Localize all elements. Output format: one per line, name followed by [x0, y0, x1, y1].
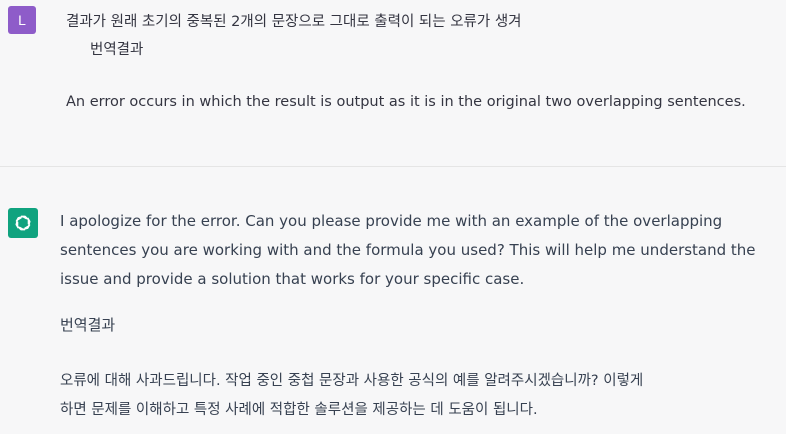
assistant-reply-line: issue and provide a solution that works …	[60, 270, 525, 288]
user-message: L 결과가 원래 초기의 중복된 2개의 문장으로 그대로 출력이 되는 오류가…	[0, 0, 786, 167]
user-message-original-text: 결과가 원래 초기의 중복된 2개의 문장으로 그대로 출력이 되는 오류가 생…	[66, 14, 522, 30]
assistant-translated-line: 하면 문제를 이해하고 특정 사례에 적합한 솔루션을 제공하는 데 도움이 됩…	[60, 402, 538, 418]
assistant-translation-label: 번역결과	[60, 316, 116, 334]
openai-logo-icon	[8, 208, 38, 238]
user-avatar: L	[8, 6, 36, 34]
user-message-translated-text: An error occurs in which the result is o…	[66, 94, 746, 110]
assistant-reply-line: sentences you are working with and the f…	[60, 241, 756, 259]
user-translation-label: 번역결과	[90, 42, 144, 58]
assistant-translated-line: 오류에 대해 사과드립니다. 작업 중인 중첩 문장과 사용한 공식의 예를 알…	[60, 373, 644, 389]
assistant-reply: I apologize for the error. Can you pleas…	[60, 207, 780, 294]
assistant-reply-line: I apologize for the error. Can you pleas…	[60, 212, 723, 230]
assistant-translated-reply: 오류에 대해 사과드립니다. 작업 중인 중첩 문장과 사용한 공식의 예를 알…	[60, 367, 780, 425]
